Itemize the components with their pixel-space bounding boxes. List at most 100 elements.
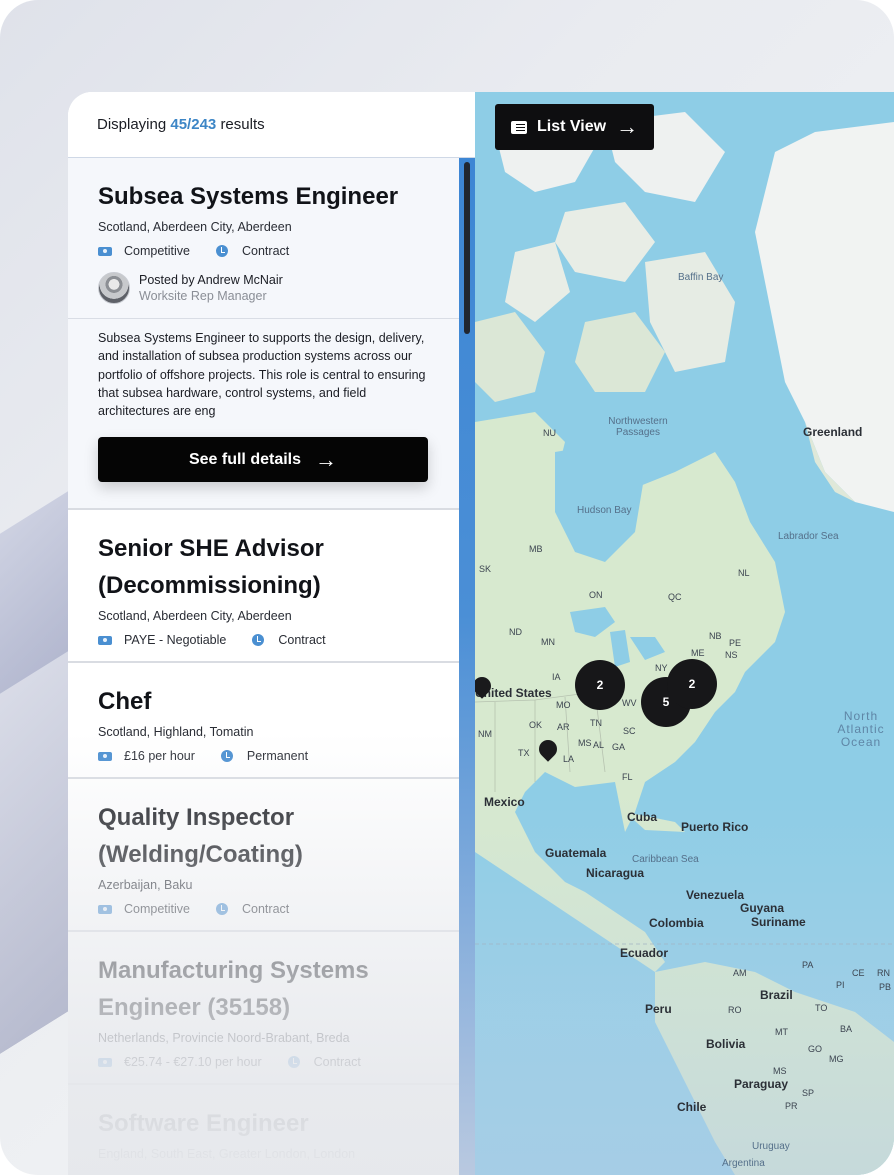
map-label: Guatemala — [545, 846, 607, 860]
job-location: Azerbaijan, Baku — [98, 878, 193, 893]
job-type: Contract — [242, 902, 290, 917]
map-view[interactable]: List View → Baffin Bay Greenland Northwe… — [475, 92, 894, 1175]
map-label: North Atlantic Ocean — [837, 709, 885, 749]
job-title[interactable]: Quality Inspector (Welding/Coating) — [98, 799, 429, 873]
list-scrollbar[interactable] — [459, 158, 475, 1175]
map-label: NL — [738, 568, 750, 578]
map-label: MG — [829, 1054, 844, 1064]
map-label: Chile — [677, 1100, 707, 1114]
poster-name: Posted by Andrew McNair — [139, 273, 283, 287]
job-card[interactable]: Quality Inspector (Welding/Coating) Azer… — [68, 779, 459, 933]
map-label: Paraguay — [734, 1077, 789, 1091]
job-card[interactable]: Manufacturing Systems Engineer (35158) N… — [68, 932, 459, 1086]
map-label: Colombia — [649, 916, 704, 930]
map-label: Ecuador — [620, 946, 669, 960]
map-label: SK — [479, 564, 492, 574]
results-count: 45/243 — [170, 116, 217, 133]
job-type: Contract — [313, 1055, 361, 1070]
money-icon — [98, 635, 112, 645]
map-label: PA — [802, 960, 814, 970]
job-card[interactable]: Subsea Systems Engineer Scotland, Aberde… — [68, 158, 459, 511]
job-pay: PAYE - Negotiable — [124, 633, 227, 648]
map-label: Puerto Rico — [681, 820, 749, 834]
map-label: OK — [529, 720, 543, 730]
results-prefix: Displaying — [97, 116, 167, 133]
poster-role: Worksite Rep Manager — [139, 289, 267, 303]
map-label: NM — [478, 729, 492, 739]
map-label: MT — [775, 1027, 788, 1037]
map-label: Hudson Bay — [577, 505, 632, 516]
job-card[interactable]: Senior SHE Advisor (Decommissioning) Sco… — [68, 510, 459, 664]
map-label: QC — [668, 592, 682, 602]
map-label: Uruguay — [752, 1141, 790, 1152]
results-panel: Displaying 45/243 results Subsea Systems… — [68, 92, 475, 1175]
job-title[interactable]: Senior SHE Advisor (Decommissioning) — [98, 530, 429, 604]
map-label: PB — [879, 982, 892, 992]
map-label: Suriname — [751, 915, 806, 929]
map-label: MB — [529, 544, 543, 554]
job-location: Scotland, Aberdeen City, Aberdeen — [98, 609, 292, 624]
money-icon — [98, 904, 112, 914]
job-title[interactable]: Manufacturing Systems Engineer (35158) — [98, 952, 429, 1026]
job-pay: Competitive — [124, 902, 190, 917]
arrow-right-icon: → — [616, 114, 639, 139]
map-label: LA — [563, 754, 575, 764]
map-label: AL — [593, 740, 605, 750]
map-label: ND — [509, 627, 522, 637]
job-card[interactable]: Software Engineer England, South East, G… — [68, 1085, 459, 1175]
map-label: RO — [728, 1005, 742, 1015]
map-label: RN — [877, 968, 890, 978]
map-label: ME — [691, 648, 705, 658]
job-pay: £16 per hour — [124, 749, 195, 764]
map-label: ON — [589, 590, 603, 600]
map-label: Nicaragua — [586, 866, 645, 880]
map-label: PE — [729, 638, 742, 648]
clock-icon — [216, 245, 228, 257]
arrow-right-icon: → — [315, 446, 338, 472]
clock-icon — [220, 750, 233, 763]
job-location: Scotland, Aberdeen City, Aberdeen — [98, 220, 292, 234]
job-meta: €25.74 - €27.10 per hour Contract — [98, 1055, 429, 1069]
map-label: Mexico — [484, 795, 525, 809]
map-label: CE — [852, 968, 865, 978]
job-card[interactable]: Chef Scotland, Highland, Tomatin £16 per… — [68, 663, 459, 780]
job-location: Netherlands, Provincie Noord-Brabant, Br… — [98, 1031, 350, 1046]
map-cluster[interactable]: 2 — [575, 660, 625, 710]
clock-icon — [252, 634, 265, 647]
job-title[interactable]: Software Engineer — [98, 1105, 429, 1142]
device-frame: Displaying 45/243 results Subsea Systems… — [0, 0, 894, 1175]
map-label: Bolivia — [706, 1037, 746, 1051]
map-label: Venezuela — [686, 888, 745, 902]
job-meta: PAYE - Negotiable Contract — [98, 633, 429, 647]
results-suffix: results — [220, 116, 265, 133]
map-label: Northwestern Passages — [608, 416, 668, 438]
map-label: Baffin Bay — [678, 272, 724, 283]
map-label: TX — [518, 748, 530, 758]
list-view-button[interactable]: List View → — [495, 104, 654, 150]
results-summary: Displaying 45/243 results — [68, 92, 475, 158]
map-label: MS — [578, 738, 592, 748]
map-label: NY — [655, 663, 668, 673]
map-label: Greenland — [803, 425, 863, 439]
see-full-details-button[interactable]: See full details → — [98, 437, 428, 483]
map-label: Caribbean Sea — [632, 854, 699, 865]
map-label: NB — [709, 631, 722, 641]
map-label: MN — [541, 637, 555, 647]
map-label: GA — [612, 742, 626, 752]
map-label: TO — [815, 1003, 828, 1013]
scrollbar-thumb[interactable] — [464, 162, 470, 334]
map-label: Peru — [645, 1002, 672, 1016]
map-label: IA — [552, 672, 561, 682]
job-title[interactable]: Chef — [98, 683, 429, 720]
map-label: MS — [773, 1066, 787, 1076]
map-label: PI — [836, 980, 845, 990]
job-title[interactable]: Subsea Systems Engineer — [98, 178, 429, 215]
map-label: FL — [622, 772, 633, 782]
money-icon — [98, 246, 112, 256]
job-description: Subsea Systems Engineer to supports the … — [98, 331, 426, 419]
job-pay: Competitive — [124, 244, 190, 258]
map-label: NS — [725, 650, 738, 660]
map-label: BA — [840, 1024, 853, 1034]
map-label: Argentina — [722, 1158, 765, 1169]
map-cluster[interactable]: 2 — [667, 659, 717, 709]
